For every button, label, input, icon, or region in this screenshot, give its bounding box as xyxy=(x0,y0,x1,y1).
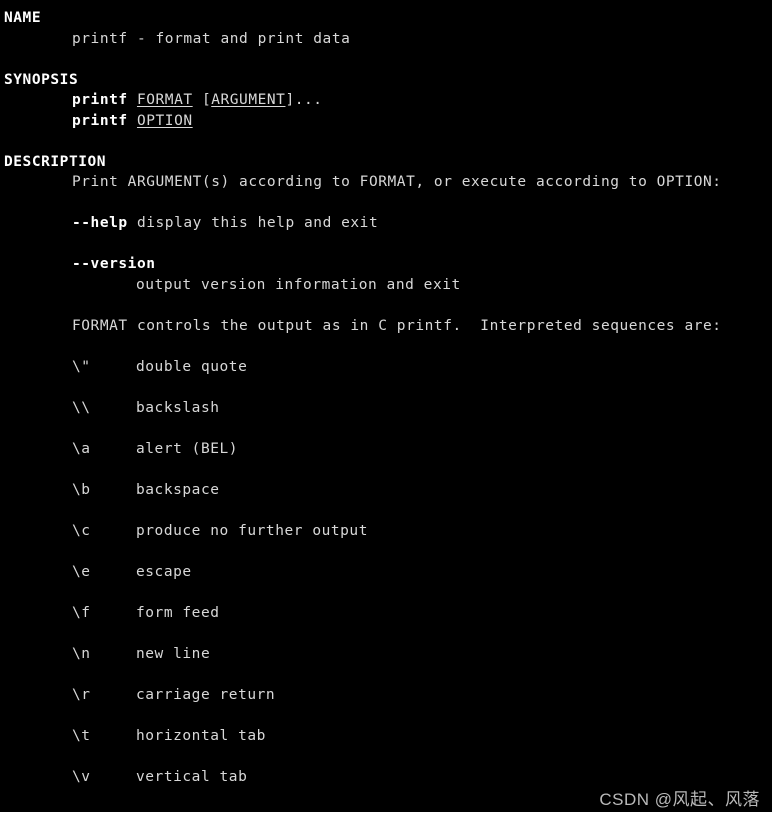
terminal-window[interactable]: NAME printf - format and print data SYNO… xyxy=(0,0,772,824)
escape-sequence-description: backslash xyxy=(136,399,220,416)
escape-sequence-code: \a xyxy=(72,440,91,457)
escape-sequence-row: \a alert (BEL) xyxy=(0,439,772,460)
escape-sequence-row: \" double quote xyxy=(0,357,772,378)
escape-sequence-description: alert (BEL) xyxy=(136,440,239,457)
escape-sequence-list: \" double quote \\ backslash \a alert (BEL)… xyxy=(0,357,772,788)
synopsis-bracket-close: ] xyxy=(285,92,295,108)
synopsis-space-3 xyxy=(128,113,137,129)
option-version: --version xyxy=(0,254,772,275)
escape-sequence-code: \b xyxy=(72,481,91,498)
synopsis-line-option: printf OPTION xyxy=(0,111,772,132)
synopsis-space-2 xyxy=(193,92,202,108)
option-help-space xyxy=(128,215,137,231)
synopsis-ellipsis: ... xyxy=(294,92,323,108)
man-page-content: NAME printf - format and print data SYNO… xyxy=(0,0,772,787)
option-help-description: display this help and exit xyxy=(136,215,379,231)
option-help-flag: --help xyxy=(72,215,128,231)
escape-sequence-code: \\ xyxy=(72,399,91,416)
option-help: --help display this help and exit xyxy=(0,213,772,234)
escape-sequence-row: \b backspace xyxy=(0,480,772,501)
escape-sequence-code: \e xyxy=(72,563,91,580)
escape-sequence-code: \f xyxy=(72,604,91,621)
section-heading-name: NAME xyxy=(4,10,42,26)
synopsis-line-format: printf FORMAT [ARGUMENT]... xyxy=(0,90,772,111)
escape-sequence-description: backspace xyxy=(136,481,220,498)
escape-sequence-row: \c produce no further output xyxy=(0,521,772,542)
escape-sequence-description: new line xyxy=(136,645,211,662)
synopsis-space-1 xyxy=(128,92,137,108)
escape-sequence-row: \n new line xyxy=(0,644,772,665)
escape-sequence-row: \v vertical tab xyxy=(0,767,772,788)
name-description: printf - format and print data xyxy=(72,30,351,47)
synopsis-argument-operand: ARGUMENT xyxy=(211,92,286,108)
synopsis-bracket-open: [ xyxy=(201,92,212,108)
option-version-flag: --version xyxy=(72,256,156,272)
csdn-watermark: CSDN @风起、风落 xyxy=(599,790,760,809)
escape-sequence-row: \r carriage return xyxy=(0,685,772,706)
escape-sequence-code: \c xyxy=(72,522,91,539)
escape-sequence-row: \e escape xyxy=(0,562,772,583)
synopsis-command: printf xyxy=(72,92,128,108)
synopsis-command-2: printf xyxy=(72,112,128,129)
section-heading-description: DESCRIPTION xyxy=(4,153,107,170)
description-intro: Print ARGUMENT(s) according to FORMAT, o… xyxy=(72,174,722,190)
section-heading-synopsis: SYNOPSIS xyxy=(4,71,79,88)
escape-sequence-code: \t xyxy=(72,727,91,744)
escape-sequence-code: \n xyxy=(72,645,91,662)
escape-sequence-code: \" xyxy=(72,358,91,375)
bottom-strip xyxy=(0,812,772,824)
escape-sequence-code: \r xyxy=(72,686,91,703)
escape-sequence-description: escape xyxy=(136,563,192,580)
synopsis-format-operand: FORMAT xyxy=(136,92,193,108)
escape-sequence-description: double quote xyxy=(136,358,248,375)
escape-sequence-description: horizontal tab xyxy=(136,727,266,744)
escape-sequence-code: \v xyxy=(72,768,91,785)
escape-sequence-row: \\ backslash xyxy=(0,398,772,419)
escape-sequence-description: produce no further output xyxy=(136,522,368,539)
escape-sequence-description: form feed xyxy=(136,604,220,621)
escape-sequence-row: \f form feed xyxy=(0,603,772,624)
escape-sequence-description: vertical tab xyxy=(136,768,248,785)
format-note: FORMAT controls the output as in C print… xyxy=(72,317,722,334)
option-version-description: output version information and exit xyxy=(136,276,461,293)
escape-sequence-description: carriage return xyxy=(136,686,276,703)
synopsis-option-operand: OPTION xyxy=(136,112,193,129)
escape-sequence-row: \t horizontal tab xyxy=(0,726,772,747)
